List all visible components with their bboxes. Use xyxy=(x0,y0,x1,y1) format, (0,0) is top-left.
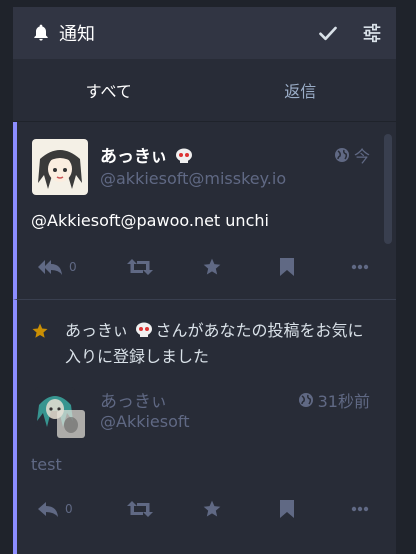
star-icon xyxy=(203,500,221,517)
reply-button[interactable]: 0 xyxy=(37,500,73,518)
favourite-button[interactable] xyxy=(202,257,222,277)
notification-message: あっきぃ さんがあなたの投稿をお気に入りに登録しました xyxy=(65,318,376,370)
skull-emoji-icon xyxy=(176,148,193,163)
star-icon xyxy=(32,323,48,338)
retweet-icon xyxy=(127,501,153,517)
skull-emoji-icon xyxy=(136,322,153,337)
account-handle: @Akkiesoft xyxy=(100,412,190,431)
notifications-column: 通知 すべて 返信 あっきぃ @akkiesoft@misskey.io 今 @… xyxy=(13,7,396,554)
display-name[interactable]: あっきぃ xyxy=(100,142,195,167)
column-settings-button[interactable] xyxy=(360,21,384,45)
reply-all-icon xyxy=(38,260,62,275)
bookmark-button[interactable] xyxy=(279,499,295,519)
globe-icon xyxy=(298,393,313,407)
display-name[interactable]: あっきぃ xyxy=(100,387,167,412)
status-time[interactable]: 31秒前 xyxy=(298,388,370,412)
account-handle: @akkiesoft@misskey.io xyxy=(100,169,287,188)
column-header[interactable]: 通知 xyxy=(13,7,396,59)
status-content: test xyxy=(31,455,62,474)
avatar[interactable] xyxy=(32,139,88,195)
boost-button[interactable] xyxy=(127,258,153,276)
globe-icon xyxy=(334,148,349,162)
status-time[interactable]: 今 xyxy=(334,143,370,167)
mark-read-button[interactable] xyxy=(316,21,340,45)
notification-tabs: すべて 返信 xyxy=(13,59,396,122)
check-icon xyxy=(319,26,337,41)
status-item[interactable]: あっきぃ @akkiesoft@misskey.io 今 @Akkiesoft@… xyxy=(13,122,396,300)
favourite-button[interactable] xyxy=(202,499,222,519)
reply-icon xyxy=(38,502,58,517)
star-icon xyxy=(203,258,221,275)
ellipsis-icon xyxy=(351,264,369,270)
status-actions: 0 xyxy=(17,256,396,278)
column-title: 通知 xyxy=(59,24,95,45)
status-actions: 0 xyxy=(17,498,396,520)
more-button[interactable] xyxy=(351,264,369,270)
reply-count: 0 xyxy=(69,260,77,274)
notification-item[interactable]: あっきぃ さんがあなたの投稿をお気に入りに登録しました あっきぃ @Akkies… xyxy=(13,300,396,554)
reply-count: 0 xyxy=(65,502,73,516)
tab-all[interactable]: すべて xyxy=(13,59,205,121)
boost-button[interactable] xyxy=(127,500,153,518)
bookmark-icon xyxy=(280,500,294,518)
avatar-overlay-image xyxy=(57,410,85,438)
bookmark-icon xyxy=(280,258,294,276)
display-name-text: あっきぃ xyxy=(100,147,168,167)
status-content: @Akkiesoft@pawoo.net unchi xyxy=(31,211,269,230)
avatar-overlay xyxy=(57,410,85,438)
bookmark-button[interactable] xyxy=(279,257,295,277)
avatar-image xyxy=(32,139,88,195)
time-text: 今 xyxy=(353,147,370,166)
bell-icon xyxy=(34,24,48,41)
notifications-list[interactable]: あっきぃ @akkiesoft@misskey.io 今 @Akkiesoft@… xyxy=(13,122,396,554)
sliders-icon xyxy=(363,23,381,43)
tab-replies[interactable]: 返信 xyxy=(205,59,397,121)
ellipsis-icon xyxy=(351,506,369,512)
notification-account[interactable]: あっきぃ xyxy=(65,321,128,340)
retweet-icon xyxy=(127,259,153,275)
more-button[interactable] xyxy=(351,506,369,512)
reply-button[interactable]: 0 xyxy=(37,258,77,276)
time-text: 31秒前 xyxy=(317,392,370,411)
